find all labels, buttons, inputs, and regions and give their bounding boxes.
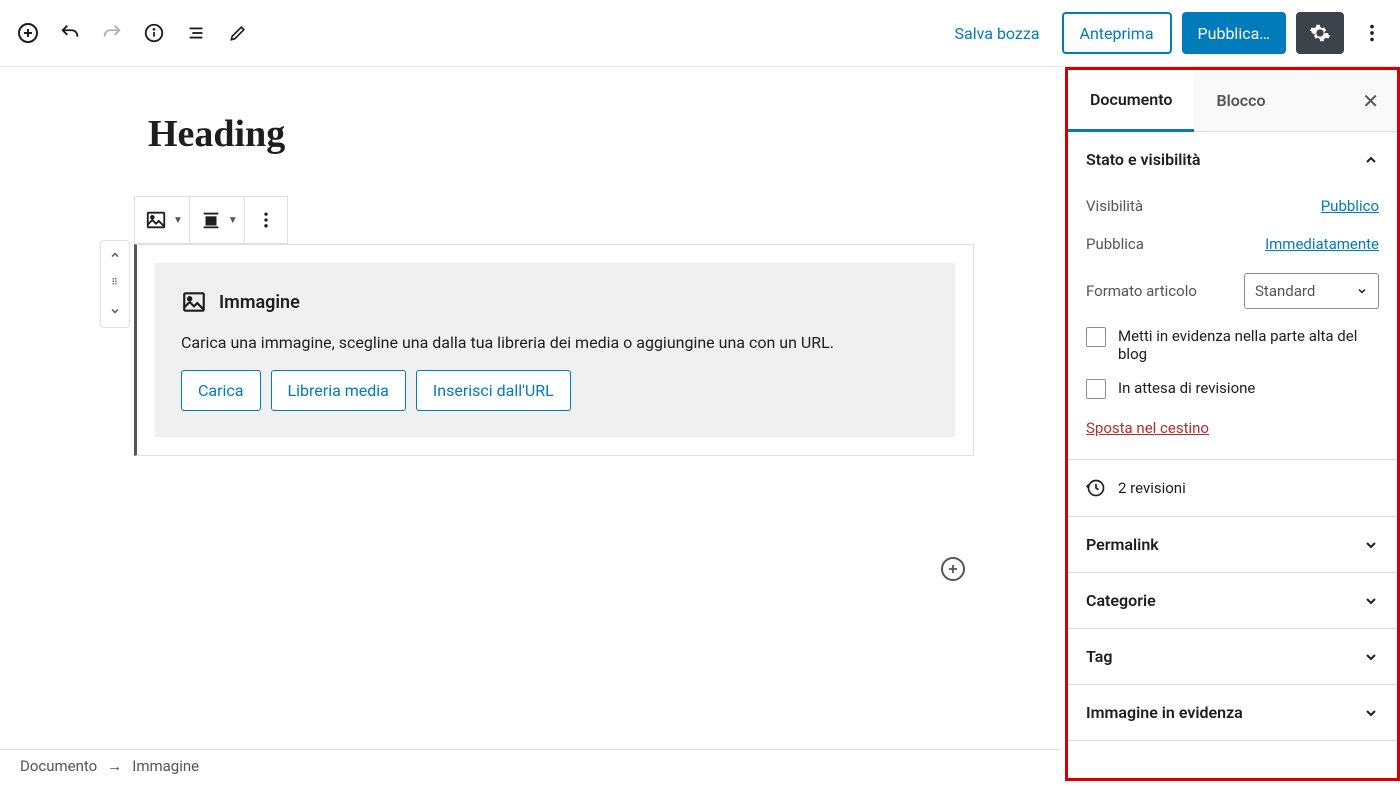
settings-sidebar: Documento Blocco ✕ Stato e visibilità Vi… (1065, 67, 1400, 781)
pending-label: In attesa di revisione (1118, 379, 1255, 397)
publish-label: Pubblica (1086, 235, 1144, 253)
revisions-row[interactable]: 2 revisioni (1068, 460, 1397, 517)
breadcrumb: Documento → Immagine (0, 749, 1060, 781)
breadcrumb-sep: → (107, 757, 122, 775)
trash-link[interactable]: Sposta nel cestino (1086, 407, 1379, 441)
tab-block[interactable]: Blocco (1194, 71, 1287, 130)
block-toolbar: ▼ ▼ (134, 196, 288, 244)
post-title[interactable]: Heading (148, 112, 1025, 156)
pending-checkbox[interactable] (1086, 379, 1106, 399)
placeholder-desc: Carica una immagine, scegline una dalla … (181, 333, 929, 352)
breadcrumb-root[interactable]: Documento (20, 757, 97, 775)
undo-icon[interactable] (52, 15, 88, 51)
move-up-icon[interactable] (101, 241, 129, 269)
format-select[interactable]: Standard (1244, 273, 1379, 309)
visibility-value[interactable]: Pubblico (1321, 197, 1379, 215)
chevron-down-icon (1363, 537, 1379, 553)
history-icon (1086, 478, 1106, 498)
block-more-icon[interactable] (251, 205, 281, 235)
block-mover: ⠿ (100, 240, 130, 328)
sidebar-tabs: Documento Blocco ✕ (1068, 70, 1397, 132)
toolbar-right: Salva bozza Anteprima Pubblica… (943, 12, 1390, 54)
panel-tags[interactable]: Tag (1068, 629, 1397, 684)
placeholder-title: Immagine (219, 292, 300, 313)
format-label: Formato articolo (1086, 282, 1197, 300)
settings-button[interactable] (1296, 12, 1344, 54)
chevron-down-icon (1363, 705, 1379, 721)
panel-permalink[interactable]: Permalink (1068, 517, 1397, 572)
outline-icon[interactable] (178, 15, 214, 51)
stick-checkbox[interactable] (1086, 327, 1106, 347)
panel-status: Stato e visibilità Visibilità Pubblico P… (1068, 132, 1397, 460)
toolbar-left (10, 15, 256, 51)
breadcrumb-item[interactable]: Immagine (132, 757, 199, 775)
image-placeholder: Immagine Carica una immagine, scegline u… (155, 263, 955, 437)
chevron-up-icon (1363, 152, 1379, 168)
edit-icon[interactable] (220, 15, 256, 51)
align-icon[interactable] (196, 205, 226, 235)
add-block-after-icon[interactable] (941, 557, 965, 581)
tab-document[interactable]: Documento (1068, 70, 1194, 132)
insert-url-button[interactable]: Inserisci dall'URL (416, 370, 571, 411)
gear-icon (1309, 22, 1331, 44)
more-menu-icon[interactable] (1354, 15, 1390, 51)
redo-icon[interactable] (94, 15, 130, 51)
preview-button[interactable]: Anteprima (1062, 12, 1172, 54)
panel-status-head[interactable]: Stato e visibilità (1068, 132, 1397, 187)
panel-categories[interactable]: Categorie (1068, 573, 1397, 628)
chevron-down-icon (1363, 593, 1379, 609)
chevron-down-icon[interactable]: ▼ (173, 215, 183, 226)
publish-value[interactable]: Immediatamente (1265, 235, 1379, 253)
image-icon (181, 289, 207, 315)
visibility-label: Visibilità (1086, 197, 1143, 215)
info-icon[interactable] (136, 15, 172, 51)
move-down-icon[interactable] (101, 297, 129, 325)
drag-handle-icon[interactable]: ⠿ (101, 269, 129, 297)
editor-canvas: Heading ⠿ ▼ (0, 67, 1065, 781)
publish-button[interactable]: Pubblica… (1182, 12, 1286, 54)
chevron-down-icon[interactable]: ▼ (228, 215, 238, 226)
save-draft-link[interactable]: Salva bozza (943, 24, 1052, 43)
stick-label: Metti in evidenza nella parte alta del b… (1118, 327, 1379, 363)
chevron-down-icon (1356, 285, 1368, 297)
chevron-down-icon (1363, 649, 1379, 665)
block-type-icon[interactable] (141, 205, 171, 235)
panel-featured-image[interactable]: Immagine in evidenza (1068, 685, 1397, 740)
image-block: ▼ ▼ (134, 196, 974, 456)
media-library-button[interactable]: Libreria media (271, 370, 406, 411)
upload-button[interactable]: Carica (181, 370, 261, 411)
close-sidebar-icon[interactable]: ✕ (1344, 89, 1397, 113)
add-block-icon[interactable] (10, 15, 46, 51)
top-toolbar: Salva bozza Anteprima Pubblica… (0, 0, 1400, 67)
